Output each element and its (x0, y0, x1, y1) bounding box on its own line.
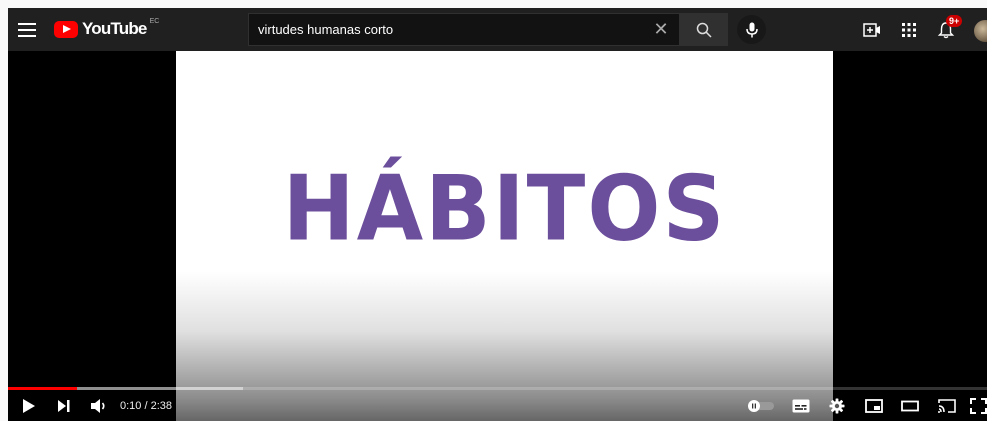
voice-search-button[interactable] (737, 15, 766, 44)
subtitles-icon[interactable] (790, 395, 812, 417)
microphone-icon (745, 22, 758, 37)
theater-mode-icon[interactable] (899, 395, 921, 417)
masthead: YouTube EC ✕ (8, 8, 987, 51)
time-total: 2:38 (150, 400, 173, 412)
search-button[interactable] (680, 13, 728, 46)
next-icon[interactable] (53, 395, 75, 417)
autoplay-toggle-icon[interactable] (748, 395, 774, 417)
time-separator: / (141, 400, 151, 412)
cast-icon[interactable] (936, 395, 958, 417)
miniplayer-icon[interactable] (863, 395, 885, 417)
progress-bar[interactable] (8, 387, 987, 390)
avatar[interactable] (974, 20, 987, 42)
video-frame-text: HÁBITOS (282, 156, 727, 262)
fullscreen-icon[interactable] (970, 395, 987, 417)
apps-grid-icon[interactable] (899, 20, 919, 40)
youtube-window: YouTube EC ✕ (8, 8, 987, 421)
search-input[interactable] (249, 13, 649, 46)
youtube-play-logo-icon (54, 20, 78, 38)
video-frame: HÁBITOS (176, 51, 833, 421)
video-player[interactable]: HÁBITOS 0:10 / 2:38 (8, 51, 987, 421)
gear-icon[interactable] (826, 395, 848, 417)
youtube-logo[interactable]: YouTube EC (54, 17, 160, 39)
create-video-icon[interactable] (862, 20, 882, 40)
progress-played (8, 387, 77, 390)
player-controls: 0:10 / 2:38 (8, 394, 987, 421)
time-current: 0:10 (120, 400, 142, 412)
search-box: ✕ (248, 13, 680, 46)
logo-text: YouTube (82, 19, 147, 38)
close-icon[interactable]: ✕ (649, 19, 673, 40)
volume-icon[interactable] (88, 395, 110, 417)
search-icon (696, 22, 712, 38)
time-display: 0:10 / 2:38 (120, 400, 172, 412)
play-icon[interactable] (18, 395, 40, 417)
notification-badge: 9+ (946, 15, 963, 27)
hamburger-icon[interactable] (18, 21, 36, 37)
country-code: EC (149, 17, 160, 25)
